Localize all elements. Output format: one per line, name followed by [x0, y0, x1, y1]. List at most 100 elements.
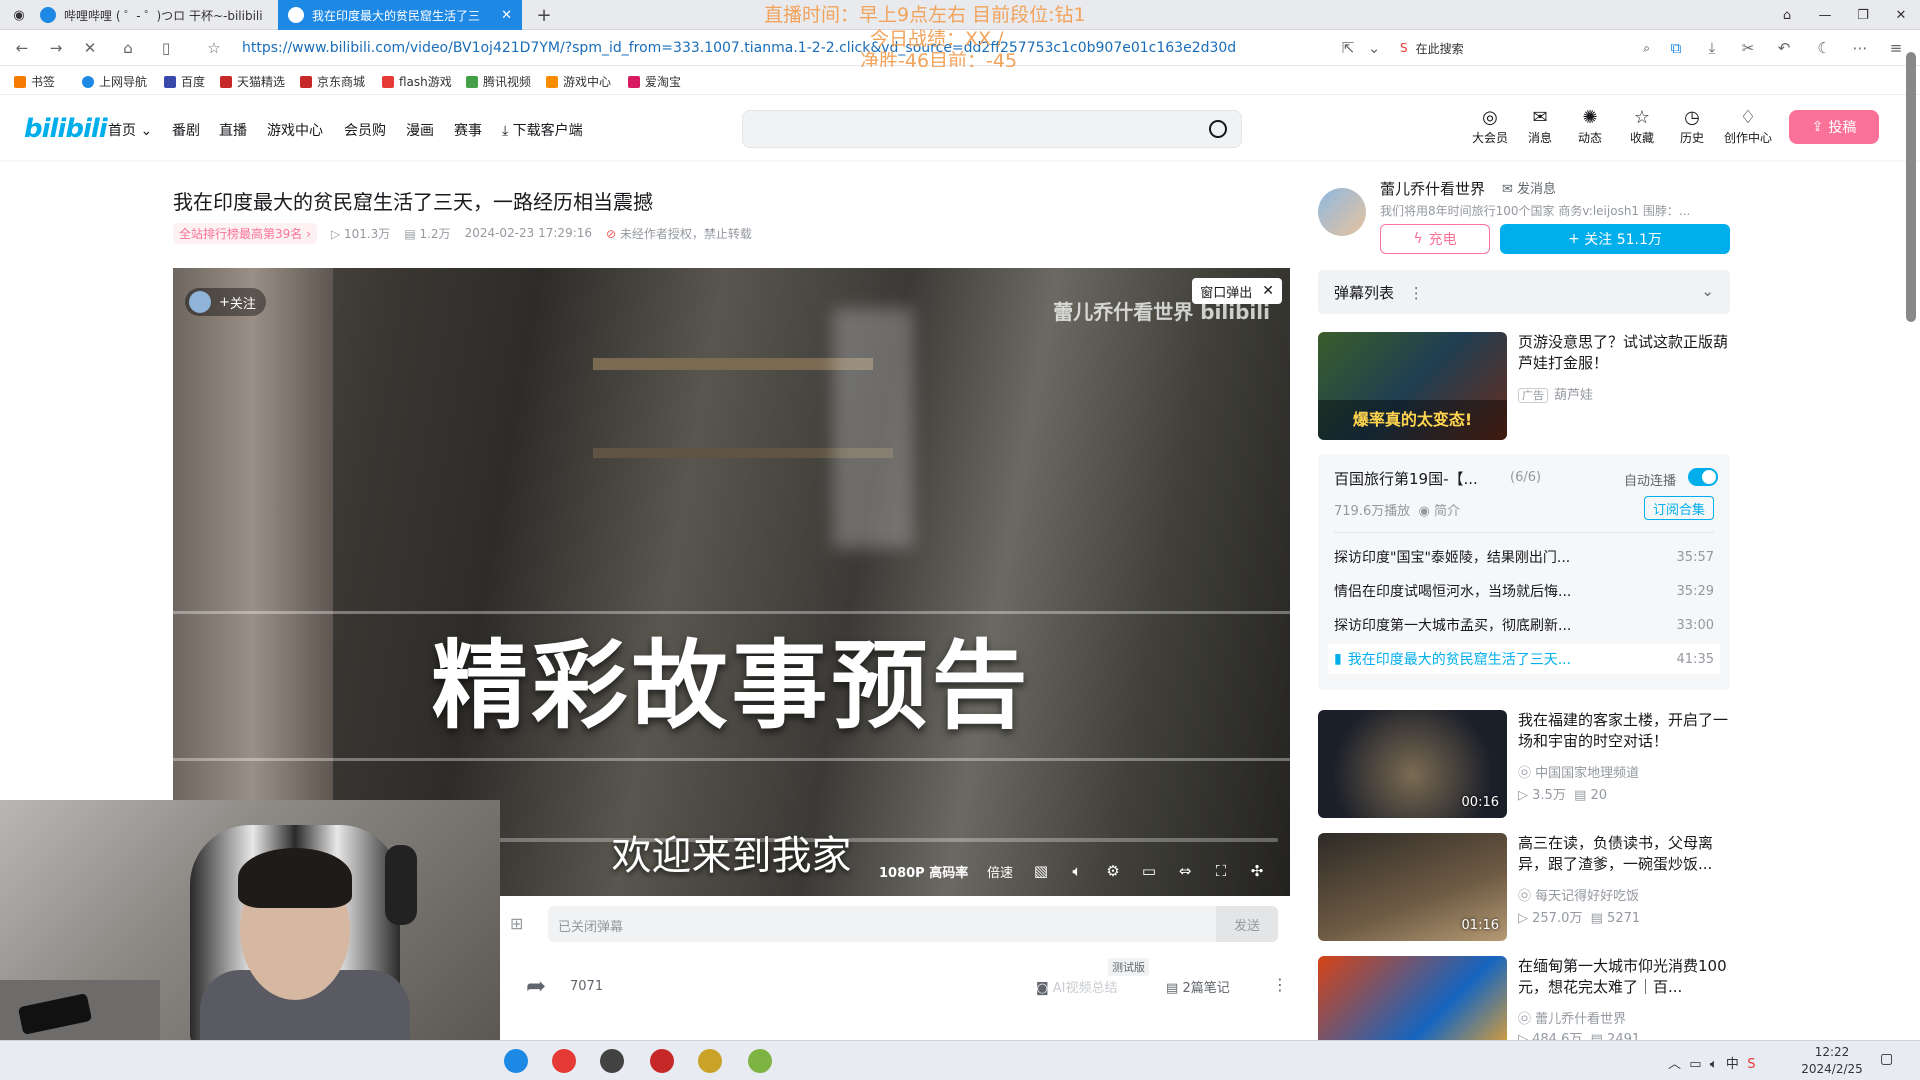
recommend-card[interactable]: 00:16 我在福建的客家土楼，开启了一场和宇宙的时空对话！ ㉧ 中国国家地理频… [1318, 710, 1730, 818]
upload-button[interactable]: ⇪ 投稿 [1789, 110, 1879, 144]
more-vertical-icon[interactable]: ⋮ [1409, 284, 1424, 302]
volume-icon[interactable]: 🔈︎ [1710, 1057, 1718, 1072]
subscribe-collection-button[interactable]: 订阅合集 [1644, 496, 1714, 520]
app-taskbar-icon[interactable] [600, 1049, 624, 1073]
bilibili-logo[interactable]: bilibili [24, 114, 108, 144]
send-danmaku-button[interactable]: 发送 [1216, 906, 1278, 942]
share-icon[interactable]: ⇱ [1338, 38, 1358, 58]
browser-taskbar-icon[interactable] [504, 1049, 528, 1073]
header-vip[interactable]: ◎ 大会员 [1468, 108, 1512, 146]
nav-game-center[interactable]: 游戏中心 [267, 120, 323, 140]
search-icon[interactable] [1209, 120, 1227, 138]
bookmark-item[interactable]: 游戏中心 [546, 73, 611, 90]
autoplay-toggle[interactable] [1688, 468, 1718, 486]
bookmark-item[interactable]: 天猫精选 [220, 73, 285, 90]
episode-item[interactable]: 探访印度"国宝"泰姬陵，结果刚出门... 35:57 [1328, 542, 1720, 572]
app-taskbar-icon[interactable] [698, 1049, 722, 1073]
chevron-down-icon[interactable]: ⌄ [1701, 282, 1714, 300]
intro-link[interactable]: 简介 [1434, 504, 1460, 519]
more-icon[interactable]: ⋯ [1850, 38, 1870, 58]
search-icon[interactable]: ⌕ [1643, 41, 1650, 56]
pin-icon[interactable]: ⌂ [1768, 0, 1806, 30]
episode-item[interactable]: 情侣在印度试喝恒河水，当场就后悔... 35:29 [1328, 576, 1720, 606]
page-scrollbar[interactable] [1906, 52, 1916, 322]
picture-in-picture-icon[interactable]: ▭ [1139, 862, 1159, 882]
forward-icon[interactable]: → [46, 38, 66, 58]
web-fullscreen-icon[interactable]: ⛶ [1211, 862, 1231, 882]
stop-loading-icon[interactable]: ✕ [80, 38, 100, 58]
episode-item[interactable]: 探访印度第一大城市孟买，彻底刷新... 33:00 [1328, 610, 1720, 640]
header-dynamics[interactable]: ✺ 动态 [1568, 108, 1612, 146]
bookmark-item[interactable]: 爱淘宝 [628, 73, 681, 90]
header-history[interactable]: ◷ 历史 [1670, 108, 1714, 146]
speed-button[interactable]: 倍速 [987, 862, 1013, 881]
star-icon[interactable]: ☆ [204, 38, 224, 58]
dropdown-icon[interactable]: ⌄ [1364, 38, 1384, 58]
notes-button[interactable]: ▤ 2篇笔记 [1166, 977, 1230, 996]
bookmark-item[interactable]: 百度 [164, 73, 205, 90]
settings-icon[interactable]: ⚙ [1103, 862, 1123, 882]
nav-home[interactable]: 首页 ⌄ [108, 120, 152, 140]
tools-icon[interactable]: ✂ [1738, 38, 1758, 58]
quality-button[interactable]: 1080P 高码率 [879, 862, 968, 881]
tab-close-icon[interactable]: ✕ [501, 8, 512, 23]
app-taskbar-icon[interactable] [748, 1049, 772, 1073]
maximize-button[interactable]: ❐ [1844, 0, 1882, 30]
send-message-link[interactable]: ✉ 发消息 [1502, 178, 1556, 197]
bookmark-item[interactable]: 腾讯视频 [466, 73, 531, 90]
back-icon[interactable]: ← [12, 38, 32, 58]
more-vertical-icon[interactable]: ⋮ [1272, 975, 1288, 994]
nav-live[interactable]: 直播 [219, 120, 247, 140]
chevron-up-icon[interactable]: ︿ [1668, 1057, 1681, 1072]
bookmark-item[interactable]: 上网导航 [82, 73, 147, 90]
night-mode-icon[interactable]: ☾ [1814, 38, 1834, 58]
collection-title[interactable]: 百国旅行第19国-【... [1334, 468, 1478, 489]
url-field[interactable]: https://www.bilibili.com/video/BV1oj421D… [242, 40, 1236, 56]
header-creator-center[interactable]: ♢ 创作中心 [1720, 108, 1776, 146]
recommend-card[interactable]: 在缅甸第一大城市仰光消费100元，想花完太难了｜百... ㉧ 蕾儿乔什看世界 ▷… [1318, 956, 1730, 1040]
taskbar-clock[interactable]: 12:22 2024/2/25 [1792, 1044, 1872, 1078]
player-follow-button[interactable]: + 关注 [185, 288, 266, 316]
ai-summary-button[interactable]: ◙ AI视频总结 [1036, 977, 1118, 996]
close-window-button[interactable]: ✕ [1882, 0, 1920, 30]
tab-bilibili-home[interactable]: 哔哩哔哩 ( ゜- ゜)つロ 干杯~-bilibili [30, 0, 278, 30]
new-tab-button[interactable]: + [532, 0, 556, 30]
danmaku-input[interactable]: 已关闭弹幕 发送 [548, 906, 1278, 942]
uploader-avatar[interactable] [1318, 188, 1366, 236]
header-messages[interactable]: ✉ 消息 [1518, 108, 1562, 146]
app-taskbar-icon[interactable] [552, 1049, 576, 1073]
menu-icon[interactable]: ≡ [1886, 38, 1906, 58]
translate-icon[interactable]: ⧉ [1666, 38, 1686, 58]
home-icon[interactable]: ⌂ [118, 38, 138, 58]
reader-icon[interactable]: ▯ [156, 38, 176, 58]
bookmark-item[interactable]: flash游戏 [382, 73, 452, 90]
minimize-button[interactable]: — [1806, 0, 1844, 30]
ad-card[interactable]: 爆率真的太变态! 页游没意思了？试试这款正版葫芦娃打金服！ 广告 葫芦娃 [1318, 332, 1730, 440]
popout-window-button[interactable]: 窗口弹出 ✕ [1192, 278, 1282, 304]
follow-button[interactable]: + 关注 51.1万 [1500, 224, 1730, 254]
network-icon[interactable]: ▭ [1689, 1057, 1701, 1072]
close-icon[interactable]: ✕ [1262, 283, 1274, 299]
notification-icon[interactable]: ▢ [1880, 1051, 1893, 1067]
charge-button[interactable]: ϟ 充电 [1380, 224, 1490, 254]
app-taskbar-icon[interactable] [650, 1049, 674, 1073]
nav-esports[interactable]: 赛事 [454, 120, 482, 140]
undo-icon[interactable]: ↶ [1774, 38, 1794, 58]
danmaku-settings-icon[interactable]: ⊞ [510, 914, 523, 933]
nav-download-client[interactable]: ⤓ 下载客户端 [502, 120, 583, 140]
nav-anime[interactable]: 番剧 [172, 120, 200, 140]
nav-manga[interactable]: 漫画 [406, 120, 434, 140]
volume-icon[interactable]: 🔈︎ [1067, 862, 1087, 882]
input-method-label[interactable]: 中 [1726, 1057, 1739, 1072]
nav-mall[interactable]: 会员购 [344, 120, 386, 140]
tab-current-video[interactable]: 我在印度最大的贫民窟生活了三 ✕ [278, 0, 522, 30]
danmaku-toggle-icon[interactable]: ▧ [1031, 862, 1051, 882]
widescreen-icon[interactable]: ⇔ [1175, 862, 1195, 882]
download-icon[interactable]: ⤓ [1702, 38, 1722, 58]
uploader-name[interactable]: 蕾儿乔什看世界 [1380, 178, 1485, 199]
fullscreen-icon[interactable]: ✣ [1247, 862, 1267, 882]
bookmark-item[interactable]: 书签 [14, 73, 55, 90]
rank-badge[interactable]: 全站排行榜最高第39名 › [173, 222, 317, 244]
bookmark-item[interactable]: 京东商城 [300, 73, 365, 90]
share-icon[interactable]: ➦ [526, 972, 546, 1000]
